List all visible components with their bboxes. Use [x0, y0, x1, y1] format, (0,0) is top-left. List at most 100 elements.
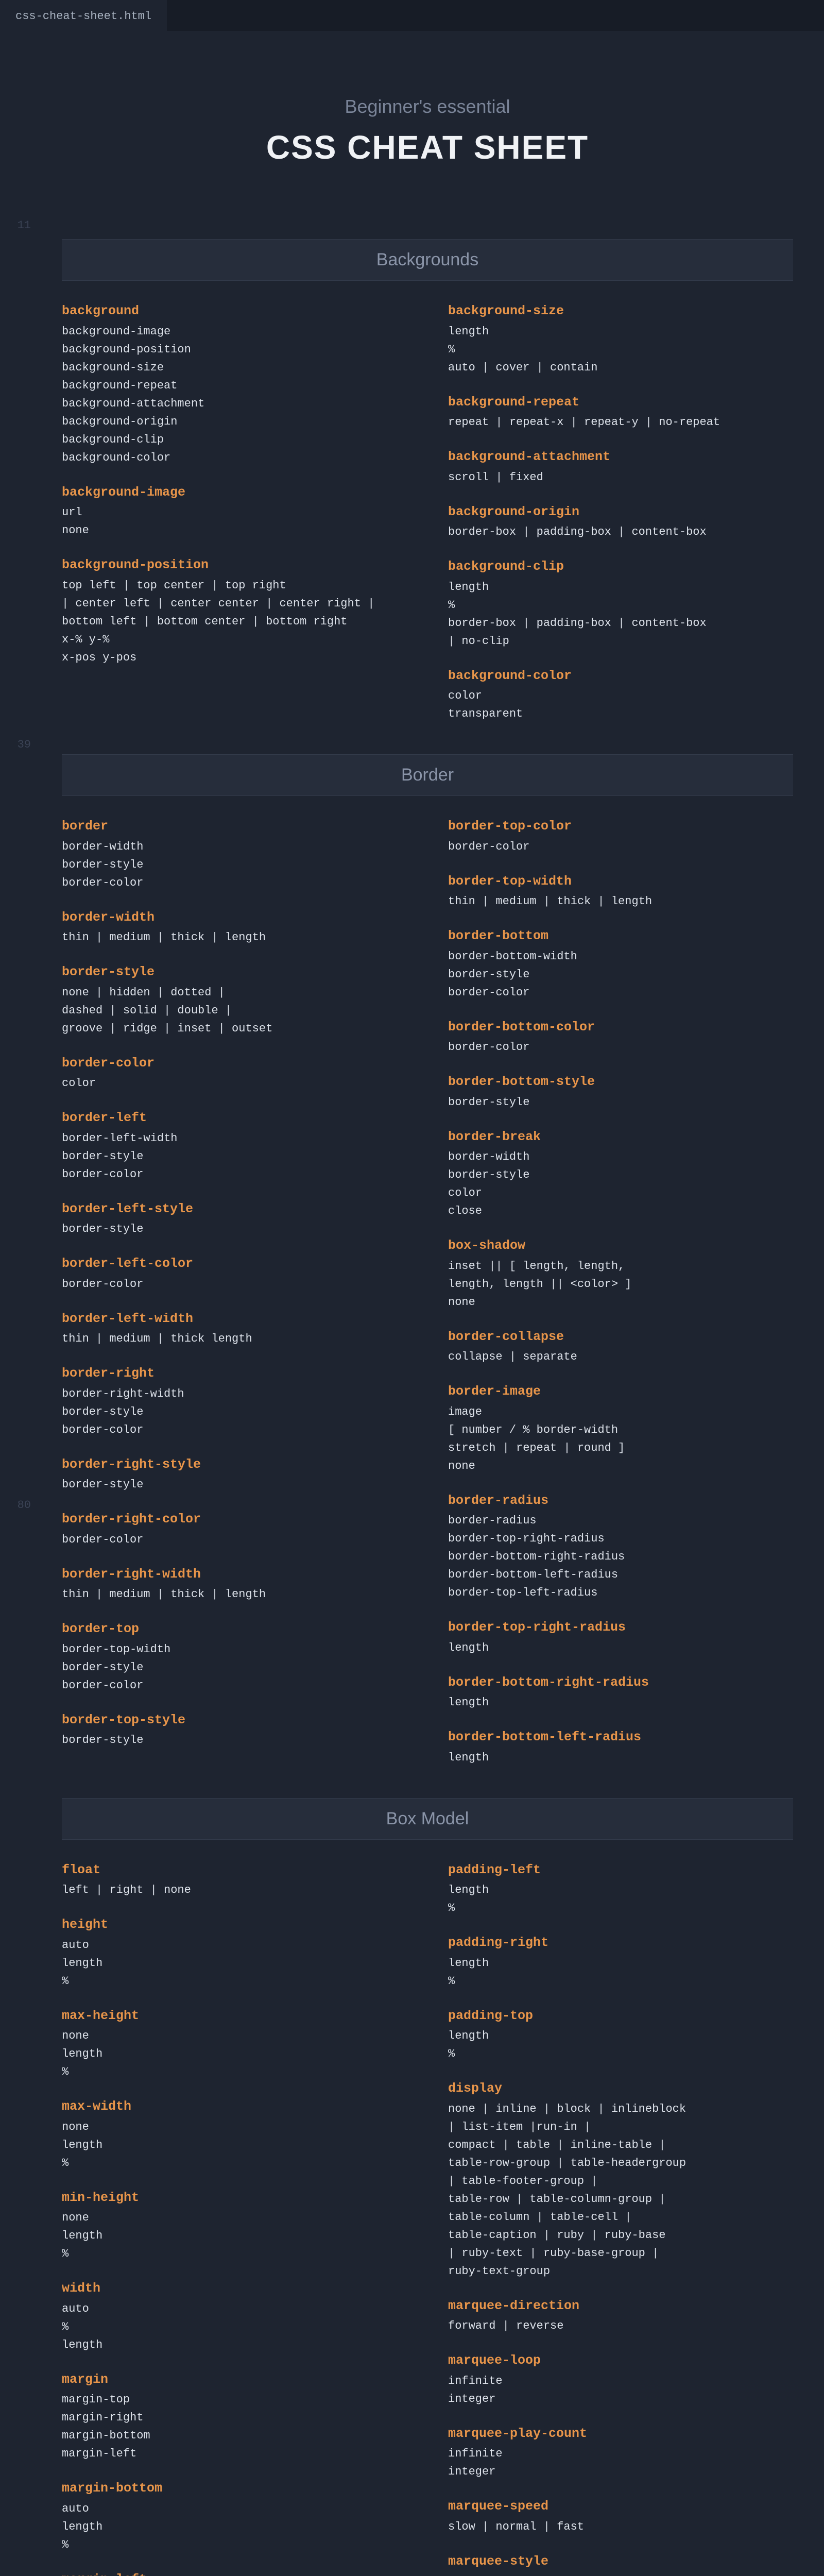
property-name: border-right — [62, 1364, 407, 1383]
property-group: marquee-speed slow | normal | fast — [448, 2497, 793, 2535]
property-value: border-style — [448, 1166, 793, 1183]
property-group: padding-toplength% — [448, 2006, 793, 2063]
column-left: backgroundbackground-imagebackground-pos… — [62, 301, 407, 739]
property-value: % — [62, 2318, 407, 2335]
property-name: background-repeat — [448, 393, 793, 412]
property-value: length — [448, 1882, 793, 1899]
property-value: background-origin — [62, 413, 407, 430]
property-group: padding-rightlength% — [448, 1933, 793, 1990]
property-group: border-leftborder-left-widthborder-style… — [62, 1108, 407, 1183]
file-tab[interactable]: css-cheat-sheet.html — [0, 0, 167, 31]
property-value: none — [448, 1458, 793, 1475]
property-value: border-style — [62, 856, 407, 873]
property-name: max-height — [62, 2006, 407, 2026]
property-name: width — [62, 2279, 407, 2298]
property-value: border-color — [62, 1677, 407, 1694]
property-value: close — [448, 1202, 793, 1219]
property-group: border-right-colorborder-color — [62, 1510, 407, 1548]
property-value: % — [448, 1973, 793, 1990]
section-title: Box Model — [62, 1798, 793, 1840]
property-value: auto — [62, 2300, 407, 2317]
property-value: stretch | repeat | round ] — [448, 1439, 793, 1456]
property-value: top left | top center | top right — [62, 577, 407, 594]
property-group: displaynone | inline | block | inlineblo… — [448, 2079, 793, 2280]
property-value: infinite — [448, 2372, 793, 2389]
property-group: border-right-widththin | medium | thick … — [62, 1565, 407, 1603]
property-values: length%auto | cover | contain — [448, 323, 793, 376]
property-group: marginmargin-topmargin-rightmargin-botto… — [62, 2370, 407, 2463]
property-values: nonelength% — [62, 2027, 407, 2080]
property-value: border-style — [62, 1659, 407, 1676]
property-values: length — [448, 1749, 793, 1766]
property-group: border-left-styleborder-style — [62, 1199, 407, 1238]
property-value: none — [62, 2119, 407, 2136]
property-values: thin | medium | thick | length — [448, 893, 793, 910]
property-group: background-colorcolortransparent — [448, 666, 793, 723]
property-group: margin-bottomautolength% — [62, 2479, 407, 2553]
property-value: table-column | table-cell | — [448, 2209, 793, 2226]
property-group: marquee-directionforward | reverse — [448, 2296, 793, 2335]
property-value: border-right-width — [62, 1385, 407, 1402]
property-value: border-style — [62, 1732, 407, 1749]
property-group: border-right-styleborder-style — [62, 1455, 407, 1494]
property-value: border-bottom-left-radius — [448, 1566, 793, 1583]
property-group: border-top-widththin | medium | thick | … — [448, 872, 793, 910]
property-name: background-color — [448, 666, 793, 686]
property-value: auto | cover | contain — [448, 359, 793, 376]
property-value: scroll | slide | alternate — [448, 2573, 793, 2576]
property-name: marquee-speed — [448, 2497, 793, 2516]
property-value: repeat | repeat-x | repeat-y | no-repeat — [448, 414, 793, 431]
property-value: border-color — [448, 984, 793, 1001]
property-name: box-shadow — [448, 1236, 793, 1256]
property-value: length — [448, 1749, 793, 1766]
property-value: integer — [448, 2391, 793, 2408]
property-name: marquee-style — [448, 2552, 793, 2571]
property-value: % — [62, 2155, 407, 2172]
property-values: border-color — [448, 838, 793, 855]
property-group: background-positiontop left | top center… — [62, 555, 407, 666]
property-group: heightautolength% — [62, 1915, 407, 1990]
property-group: border-top-right-radiuslength — [448, 1618, 793, 1656]
property-value: table-caption | ruby | ruby-base — [448, 2227, 793, 2244]
property-value: border-top-left-radius — [448, 1584, 793, 1601]
property-values: border-left-widthborder-styleborder-colo… — [62, 1130, 407, 1183]
property-values: inset || [ length, length,length, length… — [448, 1258, 793, 1311]
property-value: slow | normal | fast — [448, 2518, 793, 2535]
property-group: backgroundbackground-imagebackground-pos… — [62, 301, 407, 466]
page-title: CSS CHEAT SHEET — [62, 123, 793, 172]
property-value: auto — [62, 2500, 407, 2517]
property-value: integer — [448, 2463, 793, 2480]
property-name: border-radius — [448, 1491, 793, 1511]
property-group: border-bottom-left-radiuslength — [448, 1727, 793, 1766]
property-name: border — [62, 817, 407, 836]
property-name: background-origin — [448, 502, 793, 522]
property-value: forward | reverse — [448, 2317, 793, 2334]
property-group: border-topborder-top-widthborder-stylebo… — [62, 1619, 407, 1694]
property-group: background-originborder-box | padding-bo… — [448, 502, 793, 541]
property-values: length%border-box | padding-box | conten… — [448, 579, 793, 650]
property-group: widthauto%length — [62, 2279, 407, 2353]
property-value: margin-bottom — [62, 2427, 407, 2444]
property-name: min-height — [62, 2188, 407, 2208]
property-value: length — [448, 579, 793, 596]
property-value: left | right | none — [62, 1882, 407, 1899]
column-left: floatleft | right | noneheightautolength… — [62, 1860, 407, 2576]
property-value: bottom left | bottom center | bottom rig… — [62, 613, 407, 630]
section-title: Backgrounds — [62, 239, 793, 281]
property-value: border-radius — [448, 1512, 793, 1529]
property-group: padding-leftlength% — [448, 1860, 793, 1917]
page: 113980 Beginner's essential CSS CHEAT SH… — [0, 31, 824, 2576]
property-group: box-shadowinset || [ length, length,leng… — [448, 1236, 793, 1311]
property-value: length — [62, 2137, 407, 2154]
property-value: none — [62, 2209, 407, 2226]
property-values: thin | medium | thick | length — [62, 1586, 407, 1603]
property-value: collapse | separate — [448, 1348, 793, 1365]
property-group: background-attachmentscroll | fixed — [448, 447, 793, 486]
property-values: border-widthborder-styleborder-color — [62, 838, 407, 891]
property-group: max-heightnonelength% — [62, 2006, 407, 2081]
property-value: scroll | fixed — [448, 469, 793, 486]
property-group: border-left-colorborder-color — [62, 1254, 407, 1293]
columns: floatleft | right | noneheightautolength… — [62, 1860, 793, 2576]
property-values: none | inline | block | inlineblock| lis… — [448, 2100, 793, 2280]
property-name: margin — [62, 2370, 407, 2389]
